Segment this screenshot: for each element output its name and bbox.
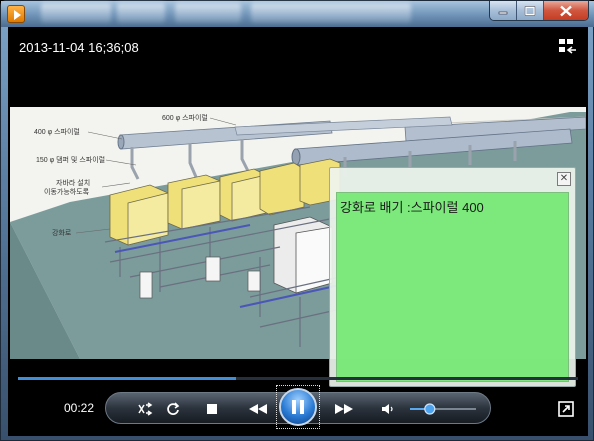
pause-icon [292,400,304,414]
window-frame: 2013-11-04 16;36;08 600 φ 스파이럴 400 φ 스파이… [0,0,594,441]
seek-bar[interactable] [18,377,578,380]
mute-button[interactable] [378,393,398,425]
switch-to-library-icon [558,401,574,417]
repeat-button[interactable] [162,393,184,425]
blurred-title-segment [41,3,111,23]
seek-progress [18,377,237,380]
speaker-icon [382,404,393,414]
popup-title: 강화로 배기 :스파이럴 400 [340,200,484,215]
next-button[interactable] [324,393,364,425]
label-moveable-1: 자바라 설치 [56,178,90,187]
stop-button[interactable] [202,393,222,425]
label-furnace: 강화로 [52,228,72,237]
pause-button-face [279,388,317,426]
shuffle-icon [138,402,153,416]
repeat-icon [167,402,180,415]
switch-to-library-button[interactable] [558,401,574,417]
maximize-button[interactable] [517,1,544,20]
popup-panel: 강화로 배기 :스파이럴 400 [336,192,569,382]
close-icon: ✕ [559,173,569,184]
timestamp-label: 2013-11-04 16;36;08 [19,40,139,55]
minimize-icon [498,11,508,14]
label-pipe-400: 400 φ 스파이럴 [34,127,80,136]
title-bar[interactable] [1,1,594,27]
maximize-icon [524,5,536,16]
player-area: 2013-11-04 16;36;08 600 φ 스파이럴 400 φ 스파이… [8,27,588,436]
switch-view-icon [559,39,576,54]
blurred-title-segment [251,3,411,23]
media-player-icon[interactable] [7,5,25,23]
volume-slider-track [410,403,476,415]
popup-close-button[interactable]: ✕ [557,172,571,186]
fast-forward-icon [335,404,353,414]
close-icon [560,5,572,16]
window-controls [489,1,589,21]
label-damper: 150 φ 댐퍼 및 스파이럴 [36,155,105,164]
volume-slider[interactable] [408,393,478,425]
volume-knob[interactable] [424,403,436,415]
minimize-button[interactable] [490,1,517,20]
close-button[interactable] [544,1,588,20]
play-pause-button[interactable] [276,385,320,429]
switch-view-button[interactable] [558,38,578,56]
elapsed-time: 00:22 [64,401,95,415]
rewind-icon [249,404,267,414]
blurred-title-segment [175,3,241,23]
label-moveable-2: 이동가능하도록 [44,187,90,196]
label-top-pipe: 600 φ 스파이럴 [162,113,208,122]
blurred-title-segment [117,3,165,23]
popup-window: ✕ 강화로 배기 :스파이럴 400 [329,167,576,387]
shuffle-button[interactable] [134,393,156,425]
previous-button[interactable] [238,393,278,425]
stop-icon [207,404,217,414]
